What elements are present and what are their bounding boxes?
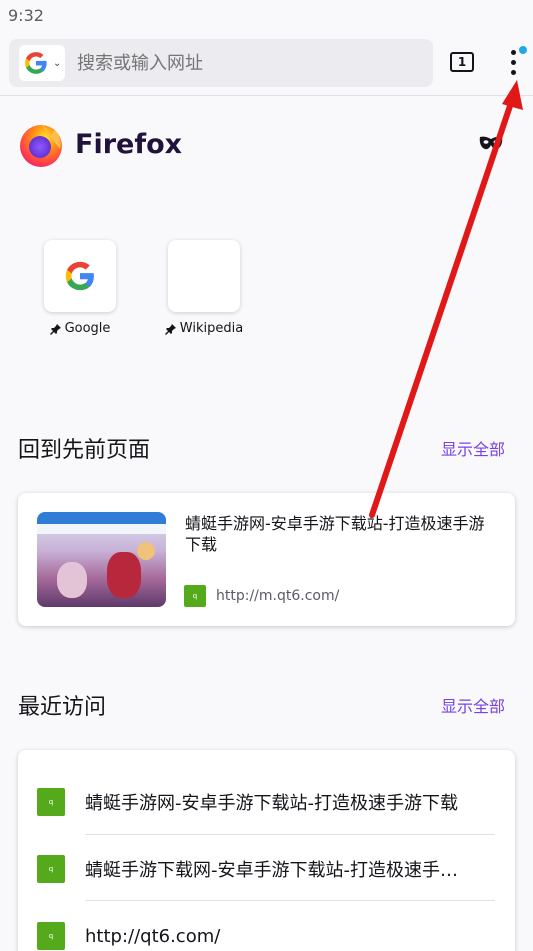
shortcut-label-row: Wikipedia <box>149 321 259 336</box>
brand-name: Firefox <box>75 128 183 160</box>
browser-toolbar: ⌄ 1 <box>0 32 533 96</box>
shortcut-tile[interactable] <box>44 240 116 312</box>
tab-counter-button[interactable]: 1 <box>450 52 474 72</box>
recent-item-title: 蜻蜓手游网-安卓手游下载站-打造极速手游下载 <box>85 793 458 814</box>
google-g-icon <box>25 52 47 74</box>
shortcut-wikipedia[interactable]: Wikipedia <box>149 240 259 336</box>
menu-button[interactable] <box>502 46 527 80</box>
recent-item[interactable]: q 蜻蜓手游下载网-安卓手游下载站-打造极速手… <box>18 836 515 902</box>
recent-visits-card: q 蜻蜓手游网-安卓手游下载站-打造极速手游下载 q 蜻蜓手游下载网-安卓手游下… <box>18 750 515 951</box>
jump-back-show-all-link[interactable]: 显示全部 <box>441 436 505 460</box>
pin-icon <box>164 323 176 335</box>
pin-icon <box>49 323 61 335</box>
url-input[interactable] <box>77 52 397 74</box>
firefox-brand: Firefox <box>17 120 182 168</box>
recent-item[interactable]: q 蜻蜓手游网-安卓手游下载站-打造极速手游下载 <box>18 769 515 835</box>
recent-item[interactable]: q http://qt6.com/ <box>18 903 515 951</box>
status-time: 9:32 <box>8 6 44 25</box>
page-thumbnail <box>37 512 166 607</box>
menu-dot-icon <box>511 70 516 75</box>
shortcut-label: Google <box>64 321 111 336</box>
notification-dot-icon <box>519 46 527 54</box>
site-favicon-icon: q <box>37 855 65 883</box>
shortcut-google[interactable]: Google <box>25 240 135 336</box>
jump-back-card[interactable]: 蜻蜓手游网-安卓手游下载站-打造极速手游下载 q http://m.qt6.co… <box>18 493 515 626</box>
divider <box>85 834 495 835</box>
shortcut-label: Wikipedia <box>179 321 244 336</box>
firefox-logo-icon <box>20 124 62 167</box>
recent-show-all-link[interactable]: 显示全部 <box>441 693 505 717</box>
recent-item-title: 蜻蜓手游下载网-安卓手游下载站-打造极速手… <box>85 860 458 881</box>
jump-back-url: http://m.qt6.com/ <box>216 588 340 604</box>
menu-dot-icon <box>511 60 516 65</box>
chevron-down-icon: ⌄ <box>53 57 62 69</box>
jump-back-page-title: 蜻蜓手游网-安卓手游下载站-打造极速手游下载 <box>185 514 485 554</box>
recent-title: 最近访问 <box>18 695 107 720</box>
menu-dot-icon <box>511 50 516 55</box>
status-bar: 9:32 <box>0 0 533 32</box>
jump-back-title: 回到先前页面 <box>18 438 151 463</box>
private-mask-icon[interactable] <box>478 134 504 152</box>
google-g-icon <box>65 261 94 291</box>
shortcut-tile[interactable] <box>168 240 240 312</box>
search-engine-selector[interactable]: ⌄ <box>19 45 65 81</box>
site-favicon-icon: q <box>184 585 206 607</box>
tab-count: 1 <box>457 55 467 69</box>
site-favicon-icon: q <box>37 922 65 950</box>
shortcut-label-row: Google <box>25 321 135 336</box>
divider <box>85 900 495 901</box>
site-favicon-icon: q <box>37 788 65 816</box>
url-bar[interactable]: ⌄ <box>9 39 433 87</box>
jump-back-url-row: q http://m.qt6.com/ <box>184 585 339 607</box>
recent-item-title: http://qt6.com/ <box>85 925 221 947</box>
